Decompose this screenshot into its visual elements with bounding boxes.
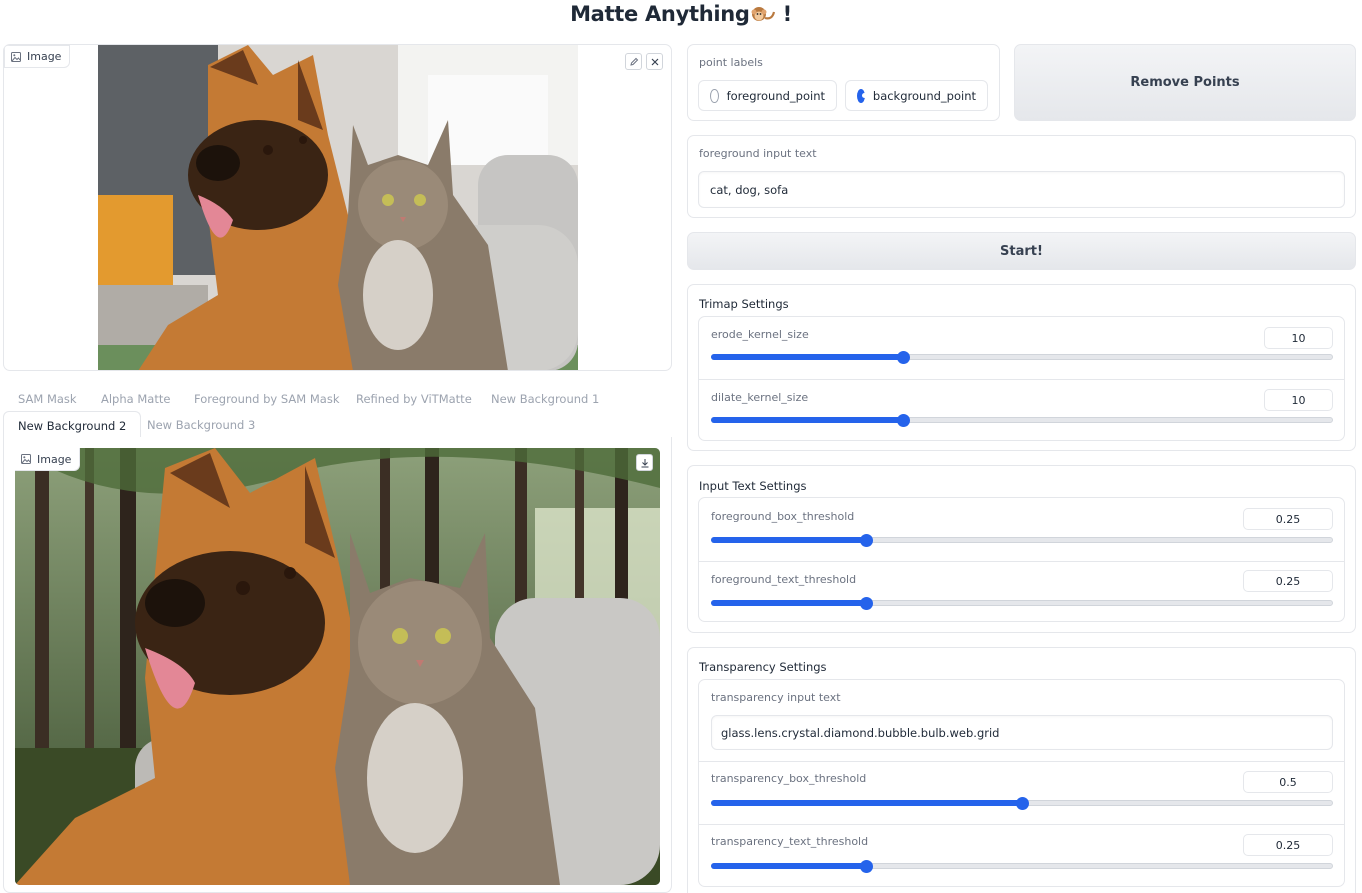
- foreground-text-threshold-number[interactable]: 0.25: [1243, 570, 1333, 592]
- transparency-box-threshold-thumb[interactable]: [1015, 797, 1029, 810]
- tab-alpha-matte[interactable]: Alpha Matte: [101, 392, 170, 406]
- erode-kernel-size-thumb[interactable]: [897, 351, 911, 364]
- foreground-text-panel: foreground input text cat, dog, sofa: [687, 135, 1356, 218]
- radio-background-label: background_point: [872, 88, 976, 103]
- erode-kernel-size-label: erode_kernel_size: [711, 328, 809, 341]
- radio-foreground-label: foreground_point: [726, 88, 825, 103]
- erode-kernel-size-number[interactable]: 10: [1264, 327, 1333, 349]
- foreground-text-threshold-slider[interactable]: [711, 600, 1333, 606]
- transparency-divider-1: [699, 761, 1344, 762]
- input-image-label: Image: [4, 45, 71, 68]
- foreground-text-threshold-thumb[interactable]: [860, 597, 873, 610]
- foreground-box-threshold-slider[interactable]: [711, 537, 1333, 543]
- transparency-input-text[interactable]: glass.lens.crystal.diamond.bubble.bulb.w…: [711, 715, 1333, 750]
- transparency-text-threshold-thumb[interactable]: [860, 860, 873, 873]
- output-image-label-text: Image: [37, 452, 72, 466]
- trimap-settings-panel: Trimap Settings erode_kernel_size 10 dil…: [687, 284, 1356, 451]
- dilate-kernel-size-number[interactable]: 10: [1264, 389, 1333, 411]
- transparency-box-threshold-label: transparency_box_threshold: [711, 772, 867, 785]
- tab-foreground-by-sam-mask[interactable]: Foreground by SAM Mask: [194, 392, 339, 406]
- trimap-divider: [699, 379, 1344, 380]
- input-text-sliders-box: foreground_box_threshold 0.25 foreground…: [698, 497, 1345, 622]
- transparency-box: transparency input text glass.lens.cryst…: [698, 679, 1345, 887]
- trimap-settings-title: Trimap Settings: [699, 297, 789, 311]
- pencil-icon: [629, 57, 638, 66]
- image-icon: [11, 51, 21, 62]
- tab-sam-mask[interactable]: SAM Mask: [18, 392, 77, 406]
- clear-image-button[interactable]: [646, 53, 663, 70]
- radio-foreground-indicator[interactable]: [710, 88, 719, 103]
- input-image-label-text: Image: [27, 50, 62, 63]
- point-labels-label: point labels: [699, 56, 763, 69]
- output-image[interactable]: [15, 448, 660, 885]
- foreground-box-threshold-thumb[interactable]: [860, 534, 873, 547]
- app-title-suffix: !: [782, 2, 793, 26]
- foreground-box-threshold-label: foreground_box_threshold: [711, 510, 855, 523]
- input-text-divider: [699, 561, 1344, 562]
- foreground-box-threshold-number[interactable]: 0.25: [1243, 508, 1333, 530]
- remove-points-button[interactable]: Remove Points: [1014, 44, 1356, 121]
- radio-background-indicator[interactable]: [857, 88, 867, 103]
- tab-refined-by-vitmatte[interactable]: Refined by ViTMatte: [356, 392, 472, 406]
- edit-image-button[interactable]: [625, 53, 642, 70]
- app-title: Matte Anything !: [0, 0, 1362, 30]
- image-icon: [21, 454, 31, 464]
- trimap-sliders-box: erode_kernel_size 10 dilate_kernel_size …: [698, 316, 1345, 441]
- output-image-label: Image: [15, 448, 81, 471]
- foreground-text-input[interactable]: cat, dog, sofa: [698, 171, 1345, 208]
- transparency-input-text-label: transparency input text: [711, 691, 841, 704]
- erode-kernel-size-slider[interactable]: [711, 354, 1333, 360]
- radio-background-point[interactable]: background_point: [845, 80, 988, 111]
- input-image-panel[interactable]: Image: [3, 44, 672, 371]
- radio-foreground-point[interactable]: foreground_point: [698, 80, 837, 111]
- transparency-text-threshold-label: transparency_text_threshold: [711, 835, 869, 848]
- transparency-box-threshold-number[interactable]: 0.5: [1243, 771, 1333, 793]
- transparency-text-threshold-slider[interactable]: [711, 863, 1333, 869]
- dilate-kernel-size-label: dilate_kernel_size: [711, 391, 809, 404]
- download-button[interactable]: [636, 454, 653, 471]
- transparency-divider-2: [699, 824, 1344, 825]
- app-title-text: Matte Anything: [570, 2, 750, 26]
- input-text-settings-title: Input Text Settings: [699, 479, 807, 493]
- point-labels-panel: point labels foreground_point background…: [687, 44, 1000, 121]
- input-text-settings-panel: Input Text Settings foreground_box_thres…: [687, 465, 1356, 633]
- foreground-text-label: foreground input text: [699, 147, 817, 160]
- transparency-settings-panel: Transparency Settings transparency input…: [687, 647, 1356, 893]
- foreground-text-threshold-label: foreground_text_threshold: [711, 573, 857, 586]
- monkey-emoji-icon: [750, 3, 776, 23]
- transparency-text-threshold-number[interactable]: 0.25: [1243, 834, 1333, 856]
- tab-new-background-1[interactable]: New Background 1: [491, 392, 599, 406]
- input-image[interactable]: [98, 45, 578, 370]
- dilate-kernel-size-thumb[interactable]: [897, 414, 911, 427]
- transparency-settings-title: Transparency Settings: [699, 660, 827, 674]
- tab-new-background-2[interactable]: New Background 2: [3, 411, 142, 439]
- dilate-kernel-size-slider[interactable]: [711, 417, 1333, 423]
- start-button[interactable]: Start!: [687, 232, 1356, 270]
- download-icon: [641, 458, 648, 467]
- close-icon: [651, 58, 658, 65]
- tab-new-background-3[interactable]: New Background 3: [147, 418, 255, 432]
